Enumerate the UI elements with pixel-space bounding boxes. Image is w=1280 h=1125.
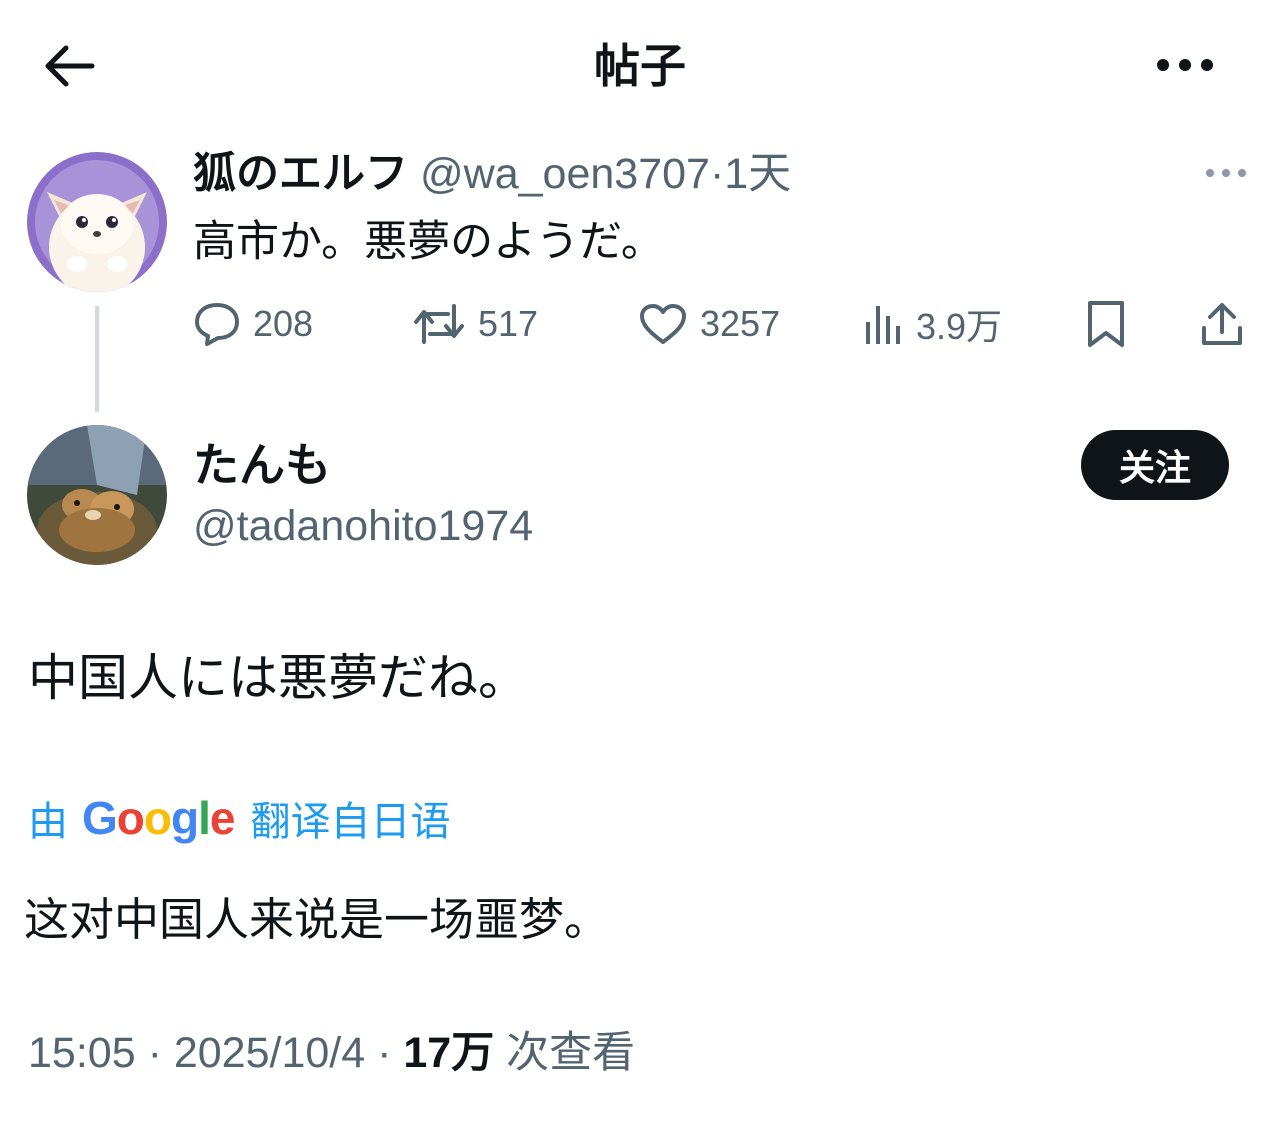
parent-post-text: 高市か。悪夢のようだ。 [193,218,664,266]
parent-separator: · [709,150,725,198]
bookmark-button[interactable] [1084,296,1128,352]
parent-post-header: 狐のエルフ @wa_oen3707·1天 [193,146,791,202]
parent-display-name[interactable]: 狐のエルフ [193,150,408,198]
more-horizontal-icon [1206,169,1246,177]
post-meta: 15:05 · 2025/10/4 · 17万 次查看 [28,1024,635,1082]
share-button[interactable] [1198,296,1246,352]
post-time[interactable]: 15:05 [28,1029,136,1077]
analytics-icon [866,306,900,344]
translate-prefix: 由 [28,800,68,844]
views-button[interactable]: 3.9万 [862,296,1002,352]
post-date[interactable]: 2025/10/4 [174,1029,365,1077]
reply-display-name[interactable]: たんも [193,436,331,494]
parent-timestamp[interactable]: 1天 [724,150,791,198]
google-logo: Google [82,792,235,844]
share-icon [1202,303,1242,345]
view-label: 次查看 [506,1029,636,1077]
meta-separator: · [377,1029,392,1077]
repost-icon [414,304,464,344]
repost-count: 517 [478,303,539,344]
view-count: 3.9万 [916,306,1003,347]
fox-avatar-image [27,152,167,292]
more-options-button[interactable] [1150,50,1220,80]
parent-more-button[interactable] [1200,160,1252,186]
reply-button[interactable]: 208 [193,296,313,352]
translated-text: 这对中国人来说是一场噩梦。 [24,894,610,945]
meta-separator: · [147,1029,162,1077]
repost-button[interactable]: 517 [412,296,538,352]
reply-icon [195,303,239,346]
parent-avatar[interactable] [27,152,167,292]
like-button[interactable]: 3257 [638,296,780,352]
top-bar: 帖子 [0,0,1280,130]
follow-button[interactable]: 关注 [1081,430,1229,500]
heart-icon [640,304,686,344]
reply-handle[interactable]: @tadanohito1974 [193,498,533,554]
more-horizontal-icon [1157,59,1213,71]
reply-count: 208 [253,303,314,344]
like-count: 3257 [700,303,781,344]
translate-suffix: 翻译自日语 [250,800,451,844]
page-title: 帖子 [594,40,686,92]
view-total: 17万 [403,1029,495,1077]
reply-avatar[interactable] [27,425,167,565]
translation-attribution[interactable]: 由 Google 翻译自日语 [28,790,450,846]
bookmark-icon [1088,301,1124,347]
parent-action-bar: 208 517 3257 3.9万 [0,296,1280,352]
animal-avatar-image [27,425,167,565]
reply-post-text: 中国人には悪夢だね。 [28,650,528,706]
parent-handle[interactable]: @wa_oen3707 [420,150,710,198]
